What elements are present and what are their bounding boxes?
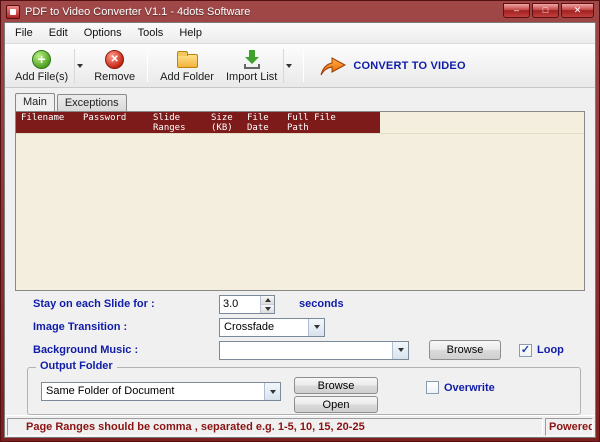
menu-help[interactable]: Help	[171, 24, 210, 42]
maximize-button[interactable]: □	[532, 3, 559, 18]
add-files-icon: +	[32, 50, 51, 69]
menu-file[interactable]: File	[7, 24, 41, 42]
remove-label: Remove	[94, 71, 135, 83]
slide-duration-row: Stay on each Slide for : 3.0 seconds	[33, 294, 595, 314]
chevron-down-icon	[314, 325, 320, 329]
status-message: Page Ranges should be comma , separated …	[7, 418, 543, 436]
chevron-down-icon	[265, 307, 271, 311]
remove-button[interactable]: ✕ Remove	[88, 47, 141, 84]
transition-select[interactable]: Crossfade	[219, 318, 325, 337]
file-list-body[interactable]	[16, 134, 584, 290]
chevron-down-icon	[270, 390, 276, 394]
slide-duration-stepper[interactable]: 3.0	[219, 295, 275, 314]
menu-bar: File Edit Options Tools Help	[5, 23, 595, 44]
column-header-filename[interactable]: Filename	[16, 112, 78, 133]
convert-arrow-icon	[320, 56, 346, 76]
title-bar[interactable]: PDF to Video Converter V1.1 - 4dots Soft…	[4, 1, 596, 22]
chevron-down-icon	[398, 348, 404, 352]
remove-icon: ✕	[105, 50, 124, 69]
background-music-value[interactable]	[220, 342, 392, 359]
convert-label: CONVERT TO VIDEO	[353, 60, 465, 72]
column-header-file-date[interactable]: File Date	[242, 112, 282, 133]
import-list-dropdown-button[interactable]	[283, 49, 294, 83]
chevron-up-icon	[265, 298, 271, 302]
app-icon	[6, 5, 20, 19]
background-music-input[interactable]	[219, 341, 409, 360]
import-list-label: Import List	[226, 71, 277, 83]
chevron-down-icon	[286, 64, 292, 68]
overwrite-checkbox[interactable]	[426, 381, 439, 394]
menu-edit[interactable]: Edit	[41, 24, 76, 42]
minimize-button[interactable]: –	[503, 3, 530, 18]
import-list-button[interactable]: Import List	[220, 47, 283, 84]
add-files-button[interactable]: + Add File(s)	[9, 47, 74, 84]
convert-to-video-button[interactable]: CONVERT TO VIDEO	[310, 52, 475, 80]
output-folder-select[interactable]: Same Folder of Document	[41, 382, 281, 401]
slide-duration-label: Stay on each Slide for :	[33, 298, 219, 310]
column-header-slide-ranges[interactable]: Slide Ranges	[148, 112, 206, 133]
window-title: PDF to Video Converter V1.1 - 4dots Soft…	[25, 6, 498, 18]
add-files-dropdown-button[interactable]	[74, 49, 85, 83]
tab-strip: Main Exceptions	[15, 93, 595, 111]
toolbar-separator	[147, 50, 148, 82]
output-open-button[interactable]: Open	[294, 396, 378, 413]
file-list[interactable]: Filename Password Slide Ranges Size (KB)…	[15, 111, 585, 291]
overwrite-label: Overwrite	[444, 382, 495, 394]
stepper-down-button[interactable]	[261, 304, 274, 313]
checkmark-icon: ✓	[521, 345, 530, 356]
seconds-label: seconds	[299, 298, 344, 310]
column-header-password[interactable]: Password	[78, 112, 148, 133]
tab-exceptions[interactable]: Exceptions	[57, 94, 127, 111]
transition-value: Crossfade	[220, 319, 308, 336]
transition-row: Image Transition : Crossfade	[33, 317, 595, 337]
toolbar-separator	[303, 50, 304, 82]
output-folder-group: Output Folder Same Folder of Document Br…	[27, 367, 581, 415]
menu-tools[interactable]: Tools	[130, 24, 172, 42]
menu-options[interactable]: Options	[76, 24, 130, 42]
tab-main[interactable]: Main	[15, 93, 55, 111]
status-bar: Page Ranges should be comma , separated …	[5, 415, 595, 437]
slide-duration-value[interactable]: 3.0	[220, 296, 260, 313]
loop-label: Loop	[537, 344, 564, 356]
client-area: File Edit Options Tools Help + Add File(…	[4, 22, 596, 438]
add-folder-button[interactable]: Add Folder	[154, 47, 220, 84]
loop-checkbox[interactable]: ✓	[519, 344, 532, 357]
column-header-size[interactable]: Size (KB)	[206, 112, 242, 133]
add-folder-label: Add Folder	[160, 71, 214, 83]
add-files-label: Add File(s)	[15, 71, 68, 83]
column-header-full-path[interactable]: Full File Path	[282, 112, 380, 133]
status-branding: Powered By 4 Dots	[545, 418, 593, 436]
add-folder-icon	[177, 54, 198, 68]
output-browse-button[interactable]: Browse	[294, 377, 378, 394]
toolbar: + Add File(s) ✕ Remove Add Folder	[5, 44, 595, 88]
combo-arrow[interactable]	[264, 383, 280, 400]
app-window: PDF to Video Converter V1.1 - 4dots Soft…	[0, 0, 600, 442]
combo-arrow[interactable]	[308, 319, 324, 336]
transition-label: Image Transition :	[33, 321, 219, 333]
music-browse-button[interactable]: Browse	[429, 340, 501, 360]
background-music-row: Background Music : Browse ✓ Loop	[33, 340, 595, 360]
background-music-label: Background Music :	[33, 344, 219, 356]
file-list-header: Filename Password Slide Ranges Size (KB)…	[16, 112, 584, 134]
combo-arrow[interactable]	[392, 342, 408, 359]
close-button[interactable]: ✕	[561, 3, 594, 18]
output-folder-group-label: Output Folder	[36, 360, 117, 372]
chevron-down-icon	[77, 64, 83, 68]
stepper-up-button[interactable]	[261, 296, 274, 304]
output-folder-value: Same Folder of Document	[42, 383, 264, 400]
import-list-icon	[242, 49, 262, 69]
